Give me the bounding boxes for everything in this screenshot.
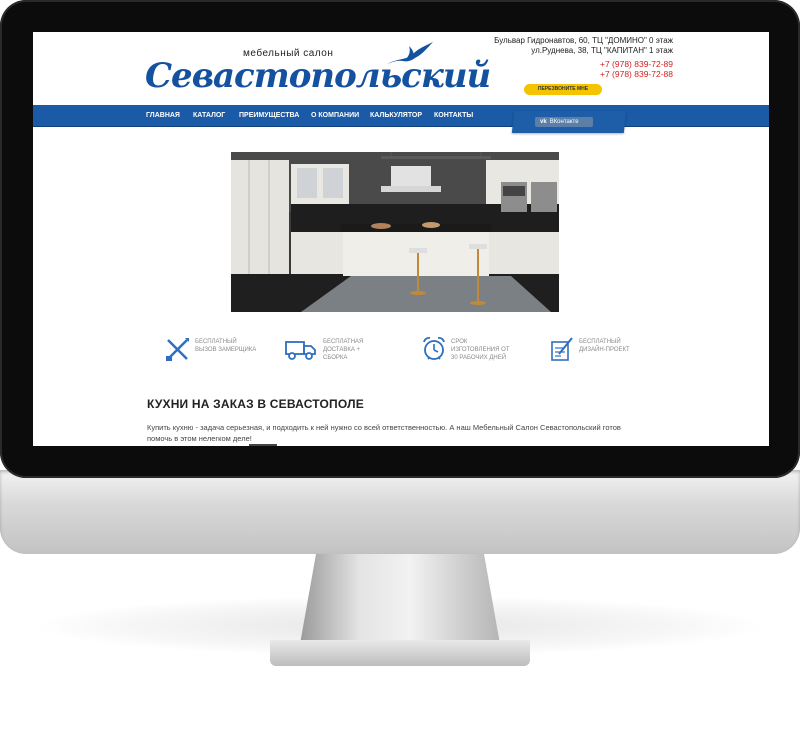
contact-block: Бульвар Гидронавтов, 60, ТЦ "ДОМИНО" 0 э… <box>473 36 673 79</box>
alarm-clock-icon <box>423 337 445 360</box>
monitor-bezel: мебельный салон Севастопольский Бульвар … <box>0 0 800 478</box>
intro-paragraph: Купить кухню - задача серьезная, и подхо… <box>147 423 621 443</box>
vk-label: ВКонтакте <box>549 119 579 125</box>
feature-3-line-2: ИЗГОТОВЛЕНИЯ ОТ <box>451 347 510 353</box>
phone-1[interactable]: +7 (978) 839-72-89 <box>473 59 673 69</box>
feature-3-line-3: 30 РАБОЧИХ ДНЕЙ <box>451 355 507 361</box>
truck-icon <box>285 341 316 360</box>
callback-button[interactable]: ПЕРЕЗВОНИТЕ МНЕ <box>524 84 602 95</box>
logo-name: Севастопольский <box>145 56 491 96</box>
feature-design-project: БЕСПЛАТНЫЙ ДИЗАЙН-ПРОЕКТ <box>549 336 659 366</box>
phone-2[interactable]: +7 (978) 839-72-88 <box>473 69 673 79</box>
feature-4-line-2: ДИЗАЙН-ПРОЕКТ <box>579 347 630 353</box>
feature-1-line-2: ВЫЗОВ ЗАМЕРЩИКА <box>195 347 257 353</box>
feature-2-line-2: ДОСТАВКА + <box>323 347 361 353</box>
feature-1-line-1: БЕСПЛАТНЫЙ <box>195 339 237 345</box>
feature-3-line-1: СРОК <box>451 339 468 345</box>
nav-item-advantages[interactable]: ПРЕИМУЩЕСТВА <box>239 105 299 126</box>
nav-item-catalog[interactable]: КАТАЛОГ <box>193 105 225 126</box>
site-logo[interactable]: мебельный салон Севастопольский <box>145 42 491 106</box>
vk-button[interactable]: vk ВКонтакте <box>535 117 593 127</box>
design-project-icon <box>551 337 573 361</box>
hero-kitchen-image <box>231 152 559 312</box>
feature-2-line-1: БЕСПЛАТНАЯ <box>323 339 364 345</box>
feature-delivery: БЕСПЛАТНАЯ ДОСТАВКА + СБОРКА <box>285 336 395 366</box>
feature-4-line-1: БЕСПЛАТНЫЙ <box>579 339 621 345</box>
vk-icon: vk <box>540 119 547 125</box>
monitor-chin <box>0 470 800 554</box>
monitor-stand-neck <box>300 554 500 644</box>
scroll-indicator <box>249 444 277 446</box>
main-nav: ГЛАВНАЯ КАТАЛОГ ПРЕИМУЩЕСТВА О КОМПАНИИ … <box>33 105 769 127</box>
address-1: Бульвар Гидронавтов, 60, ТЦ "ДОМИНО" 0 э… <box>494 36 673 45</box>
page-title: КУХНИ НА ЗАКАЗ В СЕВАСТОПОЛЕ <box>147 397 364 411</box>
nav-item-contacts[interactable]: КОНТАКТЫ <box>434 105 473 126</box>
feature-2-line-3: СБОРКА <box>323 355 348 361</box>
feature-measure: БЕСПЛАТНЫЙ ВЫЗОВ ЗАМЕРЩИКА <box>165 336 275 366</box>
feature-production-time: СРОК ИЗГОТОВЛЕНИЯ ОТ 30 РАБОЧИХ ДНЕЙ <box>421 336 541 366</box>
measure-tools-icon <box>166 338 189 361</box>
seagull-icon <box>387 42 433 64</box>
address-2: ул.Руднева, 38, ТЦ "КАПИТАН" 1 этаж <box>531 46 673 55</box>
website-screen: мебельный салон Севастопольский Бульвар … <box>33 32 769 446</box>
site-header: мебельный салон Севастопольский Бульвар … <box>33 32 769 105</box>
monitor-stand-base <box>270 640 530 666</box>
nav-item-home[interactable]: ГЛАВНАЯ <box>146 105 180 126</box>
nav-item-calculator[interactable]: КАЛЬКУЛЯТОР <box>370 105 422 126</box>
nav-item-about[interactable]: О КОМПАНИИ <box>311 105 359 126</box>
